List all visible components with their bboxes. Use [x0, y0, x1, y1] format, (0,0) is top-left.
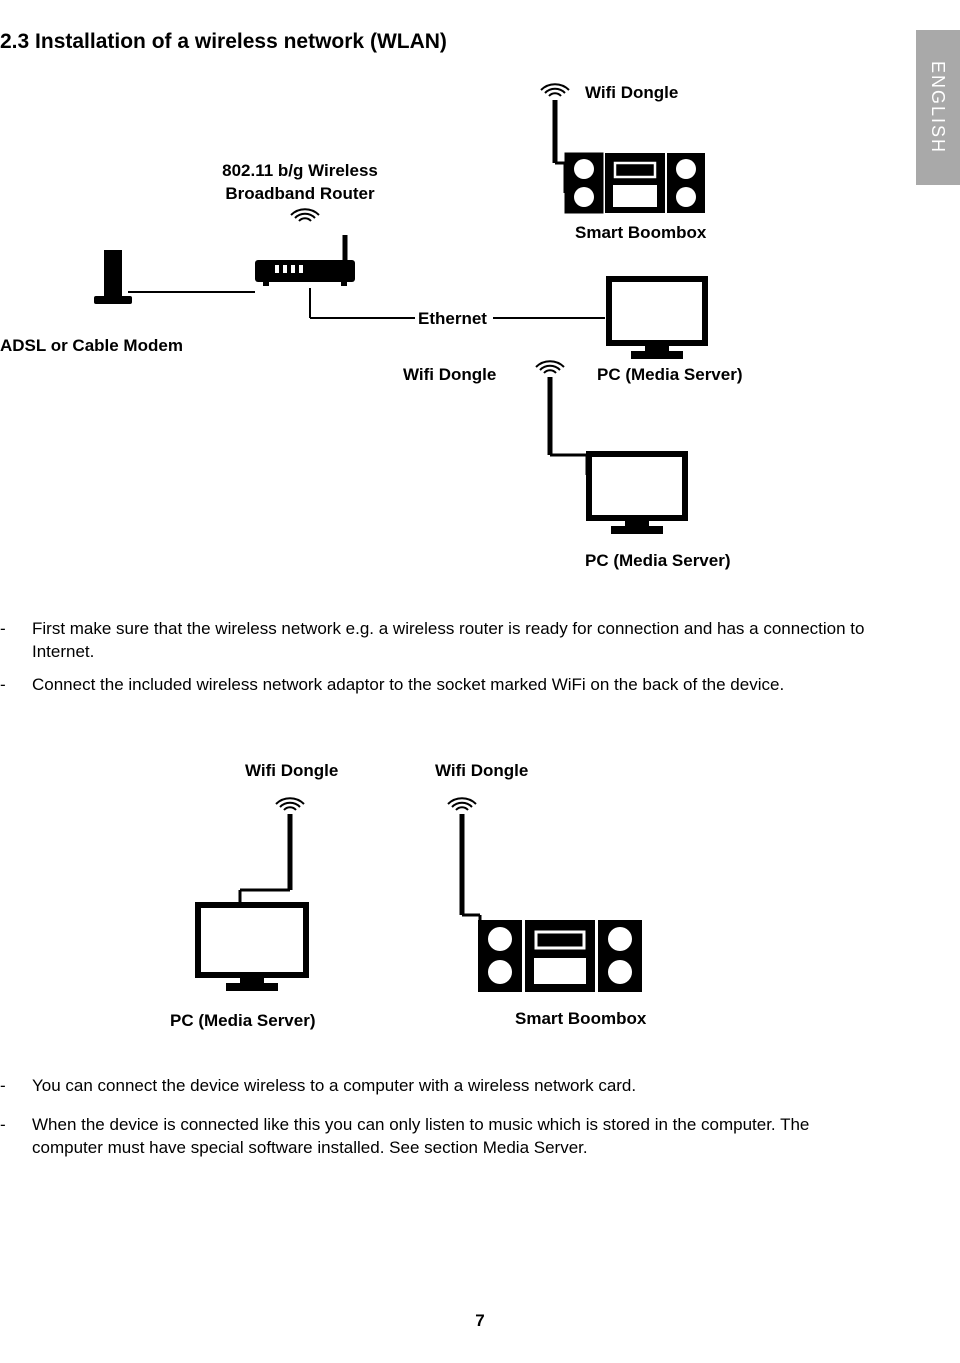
section-heading: 2.3 Installation of a wireless network (… [0, 28, 447, 56]
bullet-dash: - [0, 674, 32, 697]
body-a-item-2: Connect the included wireless network ad… [32, 674, 880, 697]
label-ethernet: Ethernet [418, 308, 487, 331]
bullet-dash: - [0, 1114, 32, 1160]
label-smart-boombox-bottom: Smart Boombox [515, 1008, 646, 1031]
body-text-a: - First make sure that the wireless netw… [0, 618, 880, 707]
diagram-wlan-network: Wifi Dongle [0, 60, 870, 600]
language-tab: ENGLISH [916, 30, 960, 185]
diagram-peer-to-peer: Wifi Dongle Wifi Dongle [0, 750, 870, 1050]
language-tab-label: ENGLISH [926, 61, 950, 154]
page-number: 7 [0, 1310, 960, 1333]
label-wifi-dongle-left: Wifi Dongle [245, 760, 338, 783]
bullet-dash: - [0, 618, 32, 664]
body-b-item-2: When the device is connected like this y… [32, 1114, 880, 1160]
pc-with-dongle-icon [190, 790, 390, 990]
pc-monitor-1-icon [605, 275, 715, 365]
label-pc-media-bottom: PC (Media Server) [170, 1010, 316, 1033]
body-b-item-1: You can connect the device wireless to a… [32, 1075, 880, 1098]
pc-monitor-2-icon [585, 450, 695, 540]
label-wifi-dongle-right: Wifi Dongle [435, 760, 528, 783]
body-a-item-1: First make sure that the wireless networ… [32, 618, 880, 664]
label-modem: ADSL or Cable Modem [0, 335, 183, 358]
bullet-dash: - [0, 1075, 32, 1098]
label-pc-media-2: PC (Media Server) [585, 550, 731, 573]
label-wifi-dongle-mid: Wifi Dongle [403, 364, 496, 387]
body-text-b: - You can connect the device wireless to… [0, 1075, 880, 1170]
boombox-with-dongle-icon [430, 790, 690, 1000]
